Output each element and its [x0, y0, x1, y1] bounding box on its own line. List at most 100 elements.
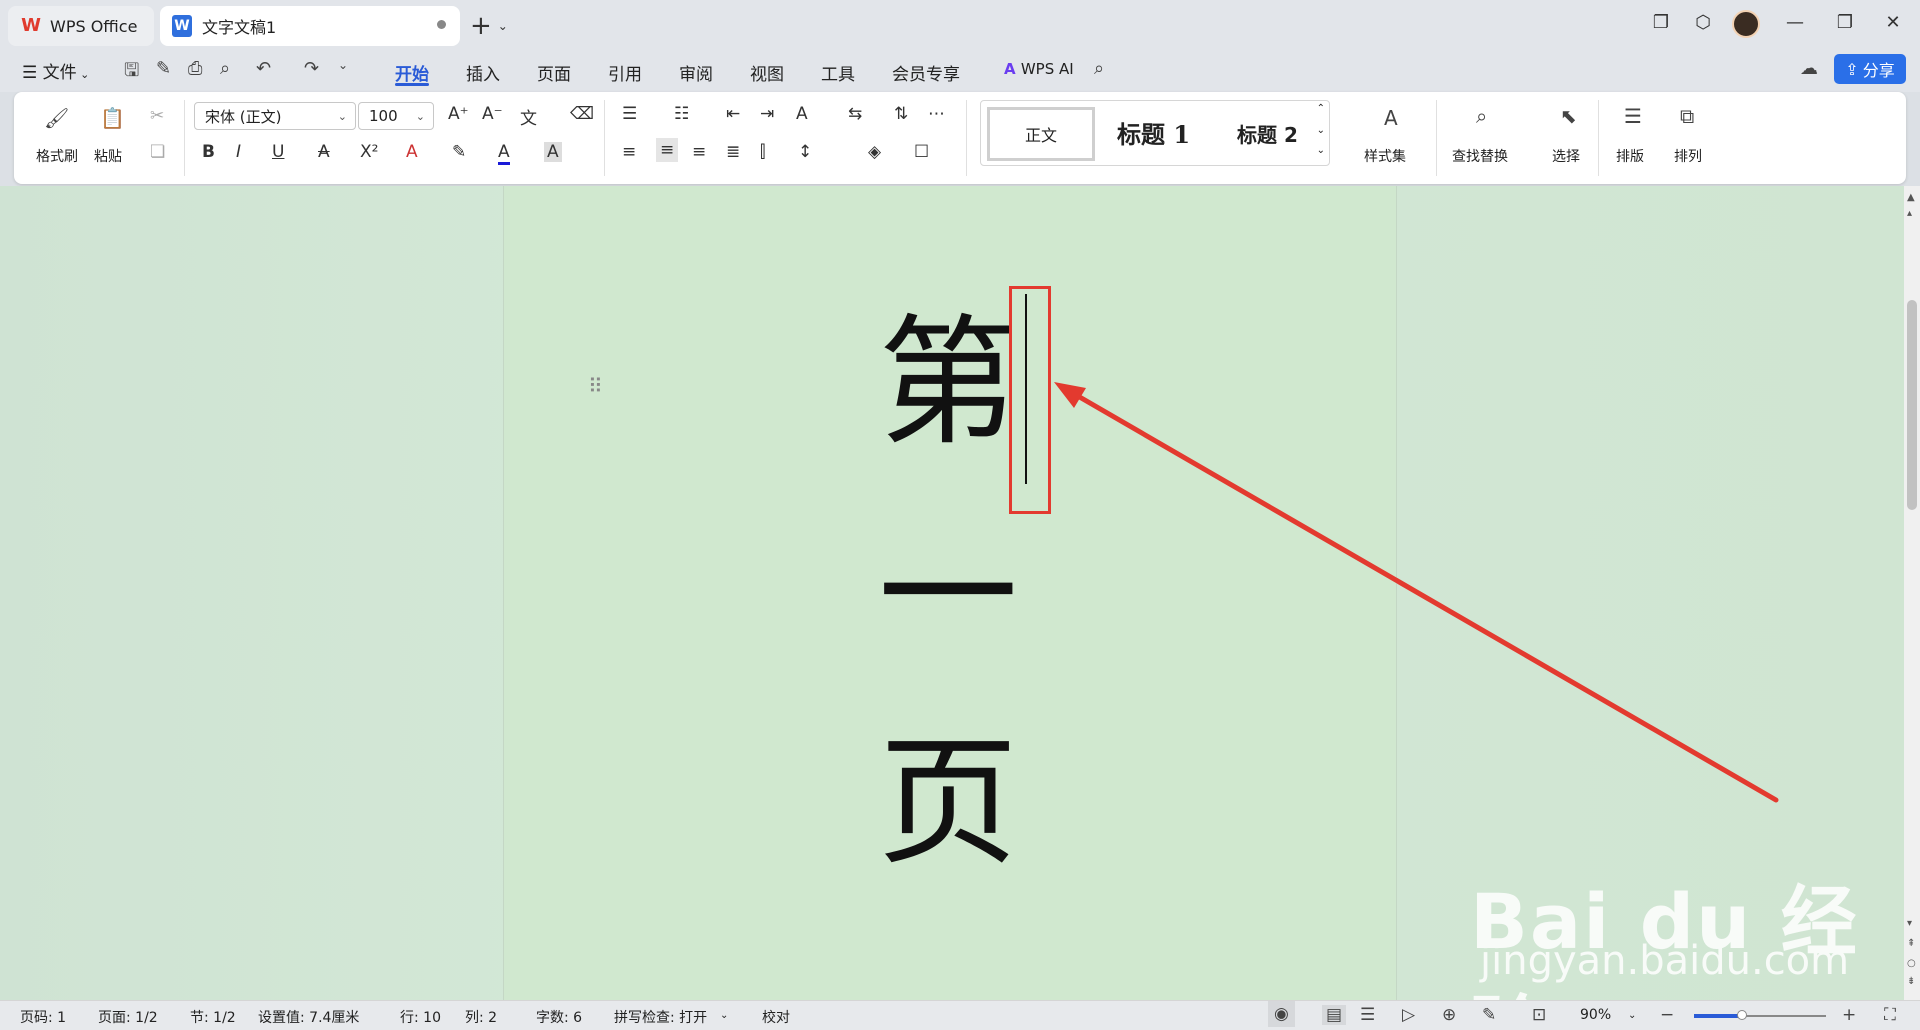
tab-references[interactable]: 引用 [608, 60, 642, 85]
style-normal[interactable]: 正文 [987, 107, 1095, 161]
tab-tools[interactable]: 工具 [821, 60, 855, 85]
paste-label[interactable]: 粘贴 [94, 146, 122, 166]
status-setting[interactable]: 设置值: 7.4厘米 [258, 1007, 359, 1027]
scrollbar-thumb[interactable] [1907, 300, 1917, 510]
outline-view-icon[interactable]: ☰ [1360, 1005, 1375, 1025]
status-section[interactable]: 节: 1/2 [190, 1007, 236, 1027]
underline-icon[interactable]: U [272, 142, 284, 162]
tab-page[interactable]: 页面 [537, 60, 571, 85]
tab-insert[interactable]: 插入 [466, 60, 500, 85]
layout-icon[interactable]: ☰ [1624, 104, 1642, 128]
wps-ai-button[interactable]: A WPS AI [1004, 60, 1074, 78]
text-direction-icon[interactable]: ⇆ [848, 104, 862, 124]
align-right-icon[interactable]: ≡ [692, 142, 706, 162]
redo-icon[interactable]: ↷ [304, 58, 319, 79]
fit-page-icon[interactable]: ⊡ [1532, 1005, 1546, 1025]
file-menu[interactable]: ☰ 文件 ⌄ [22, 58, 89, 83]
status-word-count[interactable]: 字数: 6 [536, 1007, 582, 1027]
status-spell-check[interactable]: 拼写检查: 打开 [614, 1007, 707, 1027]
new-tab-button[interactable]: + ⌄ [470, 10, 508, 42]
chevron-down-icon[interactable]: ⌄ [1628, 1010, 1636, 1021]
line-spacing-icon[interactable]: ↕ [798, 142, 812, 162]
clear-format-icon[interactable]: ⌫ [570, 104, 594, 124]
chevron-down-icon[interactable]: ⌄ [720, 1010, 728, 1021]
tab-review[interactable]: 审阅 [679, 60, 713, 85]
share-button[interactable]: ⇪ 分享 [1834, 54, 1906, 84]
align-center-icon[interactable]: ≡ [656, 138, 679, 162]
bullet-list-icon[interactable]: ☰ [622, 104, 637, 124]
bold-icon[interactable]: B [202, 142, 215, 162]
fullscreen-icon[interactable]: ⛶ [1884, 1005, 1896, 1025]
eye-protection-icon[interactable]: ◉ [1268, 1001, 1295, 1027]
chevron-down-icon[interactable]: ⌄ [1317, 125, 1325, 136]
scroll-up-icon[interactable]: ▴ [1907, 208, 1912, 219]
find-replace-label[interactable]: 查找替换 [1452, 146, 1508, 166]
window-mode-icon[interactable]: ❐ [1646, 12, 1676, 33]
restore-icon[interactable]: ❐ [1830, 12, 1860, 33]
increase-indent-icon[interactable]: ⇥ [760, 104, 774, 124]
page-view-icon[interactable]: ▤ [1322, 1005, 1347, 1025]
tab-home[interactable]: 开始 [395, 60, 429, 85]
font-size-select[interactable]: 100 ⌄ [358, 102, 434, 130]
tab-member[interactable]: 会员专享 [892, 60, 960, 85]
find-replace-icon[interactable]: ⌕ [1476, 104, 1487, 128]
scroll-up-icon[interactable]: ⌃ [1317, 103, 1325, 114]
status-page-code[interactable]: 页码: 1 [20, 1007, 66, 1027]
select-icon[interactable]: ⬉ [1560, 104, 1577, 128]
expand-gallery-icon[interactable]: ⌄ [1317, 145, 1325, 156]
arrange-icon[interactable]: ⧉ [1680, 104, 1694, 128]
tab-document[interactable]: W 文字文稿1 [160, 6, 460, 46]
cloud-chat-icon[interactable]: ☁ [1800, 58, 1818, 79]
cube-icon[interactable]: ⬡ [1688, 12, 1718, 33]
status-row[interactable]: 行: 10 [400, 1007, 441, 1027]
format-brush-icon[interactable]: ✎ [156, 58, 171, 79]
close-icon[interactable]: ✕ [1878, 12, 1908, 33]
paste-icon[interactable]: 📋 [100, 106, 125, 130]
print-icon[interactable]: ⎙ [188, 58, 202, 79]
copy-icon[interactable]: ❏ [150, 142, 165, 162]
sort-icon[interactable]: ⇅ [894, 104, 908, 124]
shrink-font-icon[interactable]: A⁻ [482, 104, 503, 124]
undo-icon[interactable]: ↶ [256, 58, 271, 79]
zoom-slider-knob[interactable] [1736, 1010, 1747, 1020]
grow-font-icon[interactable]: A⁺ [448, 104, 469, 124]
strikethrough-icon[interactable]: A [318, 142, 330, 162]
tab-view[interactable]: 视图 [750, 60, 784, 85]
drag-handle-icon[interactable]: ⠿ [588, 374, 603, 398]
font-name-select[interactable]: 宋体 (正文) ⌄ [194, 102, 356, 130]
avatar[interactable] [1732, 10, 1760, 38]
align-left-icon[interactable]: ≡ [622, 142, 636, 162]
status-col[interactable]: 列: 2 [465, 1007, 497, 1027]
superscript-icon[interactable]: X² [360, 142, 378, 162]
style-set-label[interactable]: 样式集 [1364, 146, 1406, 166]
style-heading-1[interactable]: 标题 1 [1117, 115, 1190, 150]
web-view-icon[interactable]: ⊕ [1442, 1005, 1456, 1025]
tab-wps-office[interactable]: W WPS Office [8, 6, 154, 46]
italic-icon[interactable]: I [236, 142, 241, 162]
highlight-icon[interactable]: ✎ [452, 142, 466, 162]
style-heading-2[interactable]: 标题 2 [1237, 119, 1298, 148]
status-proofread[interactable]: 校对 [762, 1007, 790, 1027]
select-label[interactable]: 选择 [1552, 146, 1580, 166]
unsaved-dot-icon[interactable] [437, 20, 446, 29]
save-icon[interactable]: 🖫 [124, 58, 139, 88]
cut-icon[interactable]: ✂ [150, 106, 164, 126]
font-color-icon[interactable]: A [498, 142, 510, 165]
zoom-value[interactable]: 90% [1580, 1007, 1611, 1023]
change-case-icon[interactable]: A [796, 104, 808, 124]
format-painter-icon[interactable]: 🖌 [44, 106, 69, 130]
zoom-in-icon[interactable]: + [1842, 1005, 1856, 1025]
search-icon[interactable]: ⌕ [1094, 58, 1104, 79]
zoom-out-icon[interactable]: − [1660, 1005, 1674, 1025]
status-page[interactable]: 页面: 1/2 [98, 1007, 158, 1027]
arrange-label[interactable]: 排列 [1674, 146, 1702, 166]
shading-icon[interactable]: ◈ [868, 142, 881, 162]
char-shading-icon[interactable]: A [544, 142, 562, 162]
text-effect-icon[interactable]: A [406, 142, 418, 162]
distribute-icon[interactable]: ⫿ [760, 142, 765, 162]
chevron-down-icon[interactable]: ⌄ [338, 58, 348, 72]
scroll-up-icon[interactable]: ▲ [1907, 192, 1915, 203]
justify-icon[interactable]: ≣ [726, 142, 740, 162]
pen-icon[interactable]: ✎ [1482, 1005, 1496, 1025]
show-marks-icon[interactable]: ⋯ [928, 104, 945, 124]
